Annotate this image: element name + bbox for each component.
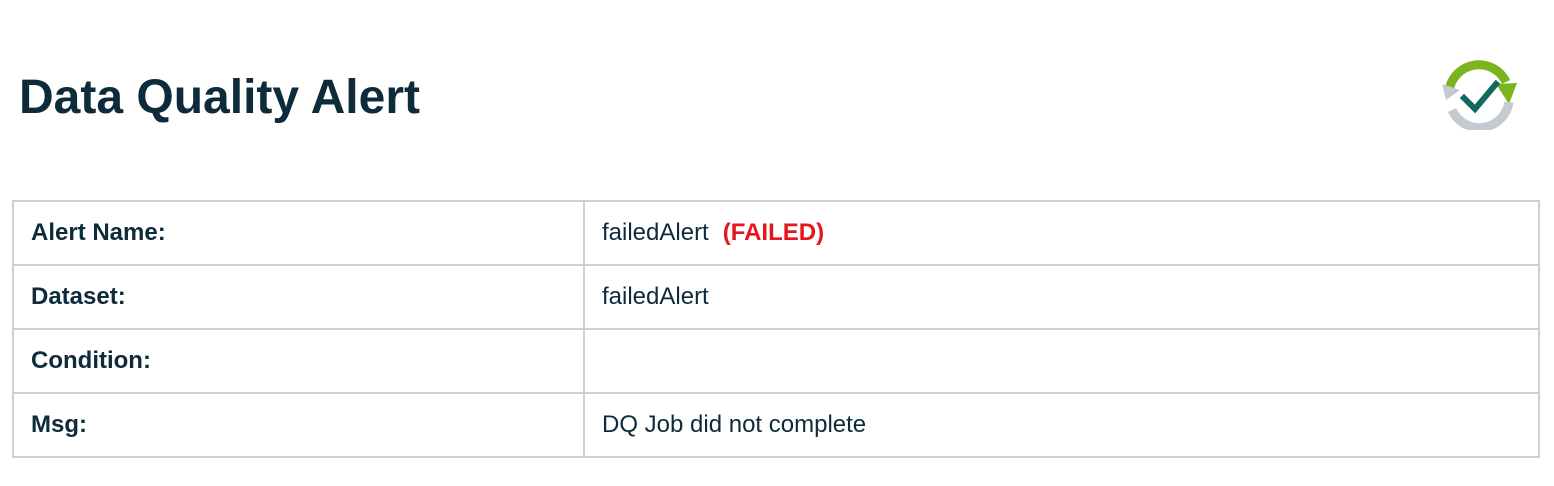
refresh-check-icon [1440,60,1518,130]
row-label-condition: Condition: [12,328,585,394]
alert-name-value: failedAlert [602,219,709,246]
logo [1440,60,1518,130]
table-row: Dataset: failedAlert [12,264,1540,330]
alert-details-table: Alert Name: failedAlert (FAILED) Dataset:… [12,200,1540,458]
row-value-condition [583,328,1540,394]
table-row: Condition: [12,328,1540,394]
row-label-alert-name: Alert Name: [12,200,585,266]
row-label-msg: Msg: [12,392,585,458]
row-value-dataset: failedAlert [583,264,1540,330]
table-row: Alert Name: failedAlert (FAILED) [12,200,1540,266]
table-row: Msg: DQ Job did not complete [12,392,1540,458]
row-label-dataset: Dataset: [12,264,585,330]
page-title: Data Quality Alert [19,71,420,124]
status-badge: (FAILED) [722,219,825,246]
row-value-alert-name: failedAlert (FAILED) [583,200,1540,266]
row-value-msg: DQ Job did not complete [583,392,1540,458]
